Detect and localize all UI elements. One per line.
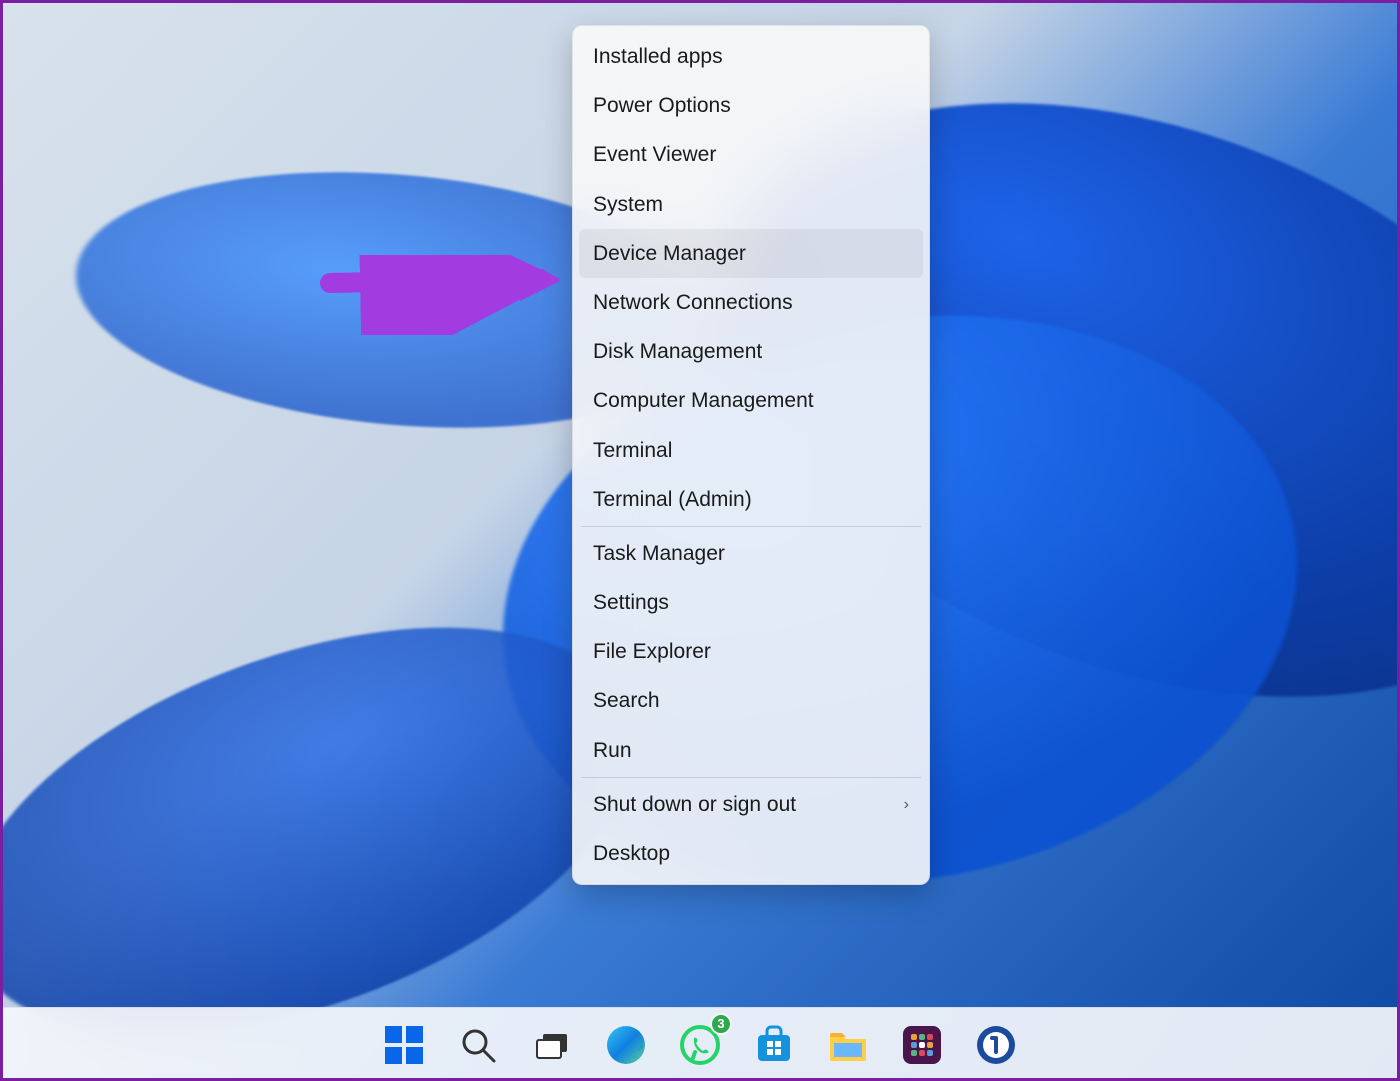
menu-item-label: Task Manager [593,541,725,566]
menu-item-settings[interactable]: Settings [579,578,923,627]
menu-item-label: Device Manager [593,241,746,266]
menu-item-label: Power Options [593,93,731,118]
menu-item-system[interactable]: System [579,180,923,229]
menu-item-label: File Explorer [593,639,711,664]
taskbar-app-button[interactable] [896,1019,948,1071]
taskbar-store-button[interactable] [748,1019,800,1071]
taskbar-search-button[interactable] [452,1019,504,1071]
edge-icon [605,1024,647,1066]
menu-item-label: Disk Management [593,339,762,364]
menu-item-device-manager[interactable]: Device Manager [579,229,923,278]
menu-item-label: Terminal [593,438,672,463]
taskbar-taskview-button[interactable] [526,1019,578,1071]
menu-item-terminal-admin[interactable]: Terminal (Admin) [579,475,923,524]
menu-item-file-explorer[interactable]: File Explorer [579,627,923,676]
menu-item-desktop[interactable]: Desktop [579,829,923,878]
chevron-right-icon: › [904,795,909,814]
task-view-icon [532,1025,572,1065]
taskbar: 3 [0,1007,1400,1081]
folder-icon [826,1023,870,1067]
menu-item-disk-management[interactable]: Disk Management [579,327,923,376]
menu-item-installed-apps[interactable]: Installed apps [579,32,923,81]
menu-item-terminal[interactable]: Terminal [579,426,923,475]
1password-icon [975,1024,1017,1066]
taskbar-edge-button[interactable] [600,1019,652,1071]
windows-logo-icon [385,1026,423,1064]
menu-item-label: Event Viewer [593,142,716,167]
menu-item-computer-management[interactable]: Computer Management [579,376,923,425]
menu-item-label: Installed apps [593,44,723,69]
menu-item-label: Computer Management [593,388,814,413]
winx-context-menu: Installed apps Power Options Event Viewer S… [572,25,930,885]
store-icon [753,1024,795,1066]
menu-separator [581,526,921,527]
menu-separator [581,777,921,778]
taskbar-1password-button[interactable] [970,1019,1022,1071]
menu-item-event-viewer[interactable]: Event Viewer [579,130,923,179]
menu-item-network-connections[interactable]: Network Connections [579,278,923,327]
menu-item-label: Search [593,688,660,713]
taskbar-file-explorer-button[interactable] [822,1019,874,1071]
menu-item-label: Desktop [593,841,670,866]
taskbar-start-button[interactable] [378,1019,430,1071]
menu-item-shut-down-or-sign-out[interactable]: Shut down or sign out › [579,780,923,829]
notification-badge: 3 [710,1013,732,1035]
menu-item-label: System [593,192,663,217]
menu-item-label: Network Connections [593,290,793,315]
search-icon [458,1025,498,1065]
menu-item-label: Terminal (Admin) [593,487,752,512]
menu-item-power-options[interactable]: Power Options [579,81,923,130]
menu-item-search[interactable]: Search [579,676,923,725]
menu-item-label: Shut down or sign out [593,792,796,817]
menu-item-run[interactable]: Run [579,726,923,775]
menu-item-label: Settings [593,590,669,615]
app-grid-icon [901,1024,943,1066]
menu-item-label: Run [593,738,632,763]
menu-item-task-manager[interactable]: Task Manager [579,529,923,578]
taskbar-whatsapp-button[interactable]: 3 [674,1019,726,1071]
